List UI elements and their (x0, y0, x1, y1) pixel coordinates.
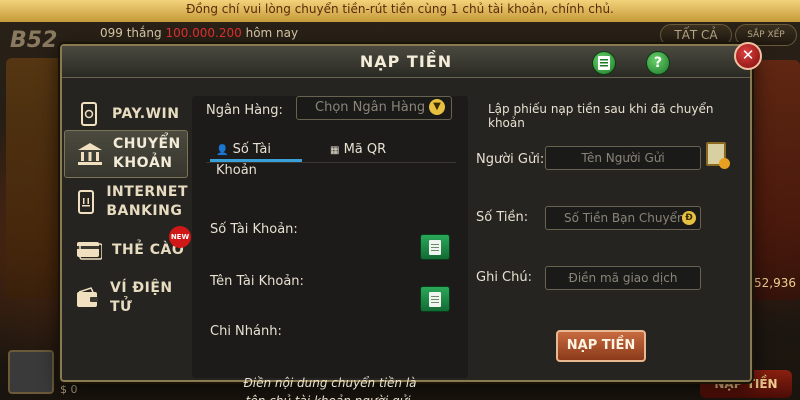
filter-all-button[interactable]: TẤT CẢ (660, 24, 732, 46)
bank-select[interactable]: Chọn Ngân Hàng ▼ (296, 96, 452, 120)
brand-logo: B52 (10, 28, 58, 53)
qr-icon: ▦ (330, 145, 340, 156)
new-badge: NEW (169, 226, 191, 248)
win-ticker: 099 thắng 100.000.200 hôm nay (100, 26, 298, 44)
amount-placeholder: Số Tiền Bạn Chuyển (564, 211, 685, 225)
copy-icon (429, 239, 441, 255)
tab-qr-code[interactable]: ▦ Mã QR (324, 140, 404, 162)
phone-bank-icon (76, 189, 96, 215)
copy-account-name-button[interactable] (420, 286, 450, 312)
user-icon: 👤 (216, 145, 229, 156)
help-icon[interactable]: ? (646, 51, 670, 75)
note-placeholder: Điền mã giao dịch (568, 271, 678, 285)
bank-transfer-panel: Ngân Hàng: Chọn Ngân Hàng ▼ 👤 Số Tài Kho… (192, 96, 468, 400)
sender-label: Người Gửi: (476, 152, 545, 167)
transaction-code-field[interactable]: Điền mã giao dịch (545, 266, 701, 290)
account-number-label: Số Tài Khoản: (210, 222, 298, 237)
amount-field[interactable]: Số Tiền Bạn Chuyển Đ (545, 206, 701, 230)
sidebar-item-label: CHUYỂN KHOẢN (113, 136, 181, 171)
transfer-note-line-2: tên chủ tài khoản người gửi. (192, 392, 468, 400)
deposit-slip-panel: Lập phiếu nạp tiền sau khi đã chuyển kho… (472, 96, 750, 378)
amount-label: Số Tiền: (476, 210, 529, 225)
sidebar-item-the-cao[interactable]: THẺ CÀO NEW (64, 226, 191, 274)
jackpot-amount: 152,936 (746, 276, 796, 290)
sidebar-item-chuyen-khoan[interactable]: CHUYỂN KHOẢN (64, 130, 188, 178)
sidebar-item-vi-dien-tu[interactable]: VÍ ĐIỆN TỬ (64, 274, 188, 322)
wallet-phone-icon (76, 101, 102, 127)
ticker-suffix: hôm nay (245, 26, 299, 40)
ticker-prefix: 099 thắng (100, 26, 162, 40)
payment-method-sidebar: PAY.WIN CHUYỂN KHOẢN INTERNET BANKING TH… (64, 90, 191, 360)
dong-currency-icon: Đ (682, 211, 696, 225)
account-name-label: Tên Tài Khoản: (210, 274, 304, 289)
balance: $ 0 (60, 383, 78, 396)
tab-divider (206, 162, 456, 163)
branch-label: Chi Nhánh: (210, 324, 282, 339)
sidebar-item-label: VÍ ĐIỆN TỬ (110, 280, 173, 315)
transfer-note-line-1: Điền nội dung chuyển tiền là (243, 376, 417, 390)
bank-icon (77, 141, 103, 167)
notice-banner: Đồng chí vui lòng chuyển tiền-rút tiền c… (0, 0, 800, 22)
chevron-down-icon: ▼ (429, 99, 445, 115)
copy-icon (429, 291, 441, 307)
sidebar-item-label: PAY.WIN (112, 105, 180, 122)
transfer-tabs: 👤 Số Tài Khoản ▦ Mã QR (206, 140, 456, 178)
slip-title: Lập phiếu nạp tiền sau khi đã chuyển kho… (488, 102, 714, 130)
tab-label: Mã QR (343, 142, 387, 157)
copy-account-number-button[interactable] (420, 234, 450, 260)
bank-select-placeholder: Chọn Ngân Hàng (315, 100, 426, 115)
ticker-amount: 100.000.200 (165, 26, 242, 40)
bank-label: Ngân Hàng: (206, 103, 283, 118)
tab-account-number[interactable]: 👤 Số Tài Khoản (210, 140, 302, 178)
deposit-dialog: NẠP TIỀN ? ✕ PAY.WIN CHUYỂN KHOẢN INTERN… (60, 42, 762, 400)
card-icon (76, 237, 102, 263)
sidebar-item-internet-banking[interactable]: INTERNET BANKING (64, 178, 188, 226)
sender-field[interactable]: Tên Người Gửi (545, 146, 701, 170)
e-wallet-icon (76, 285, 100, 311)
game-card-left[interactable] (6, 58, 62, 298)
dialog-header: NẠP TIỀN ? (62, 46, 750, 78)
sender-placeholder: Tên Người Gửi (581, 151, 665, 165)
submit-deposit-button[interactable]: NẠP TIỀN (556, 330, 646, 362)
avatar[interactable] (8, 350, 54, 394)
note-label: Ghi Chú: (476, 270, 532, 285)
clipboard-icon[interactable] (706, 142, 730, 169)
history-icon[interactable] (592, 51, 616, 75)
close-button[interactable]: ✕ (734, 42, 762, 70)
sidebar-item-label: INTERNET BANKING (106, 184, 188, 219)
